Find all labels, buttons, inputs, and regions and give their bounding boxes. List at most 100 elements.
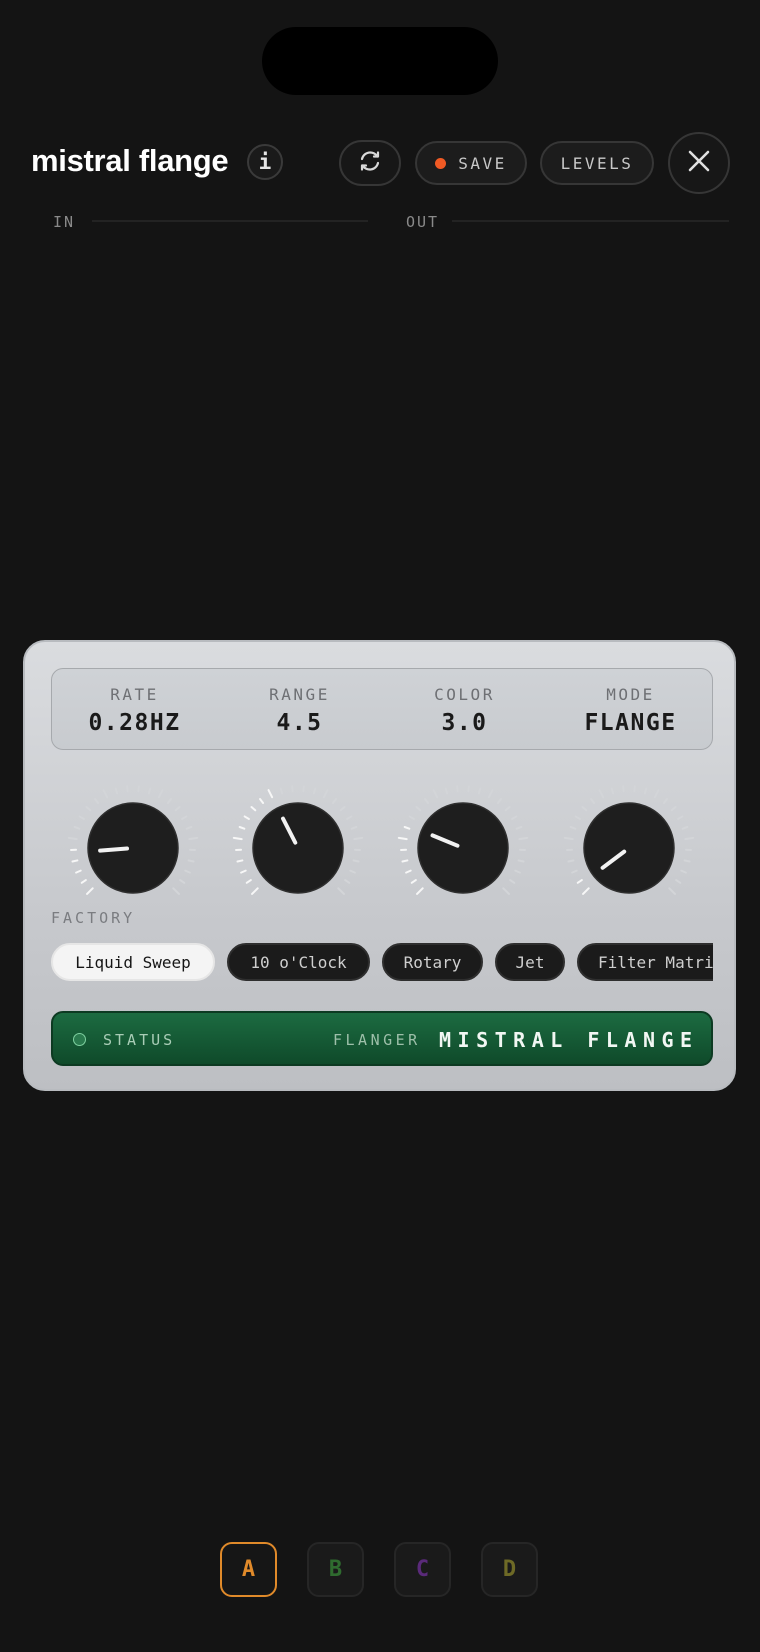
knob-tick [643,787,648,795]
knob-tick [184,869,191,874]
knob-tick [477,787,482,795]
flanger-panel: RATE 0.28HZ RANGE 4.5 COLOR 3.0 MODE FLA… [23,640,736,1091]
knob-tick [582,887,590,895]
knob-tick [353,836,364,841]
readout-value: FLANGE [584,710,677,736]
knob-tick [403,825,411,830]
knob-body[interactable] [583,802,675,894]
knob-body[interactable] [417,802,509,894]
knob-tick [405,869,412,874]
knob-tick [675,879,682,884]
knob-tick [574,815,581,820]
preset-liquid-sweep[interactable]: Liquid Sweep [51,943,215,981]
color-knob[interactable] [393,778,533,918]
readout-range: RANGE 4.5 [217,669,382,736]
knob-tick [232,836,243,841]
status-label: STATUS [103,1031,176,1049]
knob-tick [511,815,518,820]
reset-button[interactable] [339,140,401,186]
knob-tick [567,859,575,863]
levels-label: LEVELS [560,153,634,173]
knob-tick [166,798,173,804]
bank-d-button[interactable]: D [481,1542,538,1597]
knob-tick [73,825,81,830]
knob-tick [408,815,415,820]
knob-tick [432,789,439,799]
knob-tick [93,798,100,804]
preset-rotary[interactable]: Rotary [382,943,483,981]
preset-filter-matrix[interactable]: Filter Matrix [577,943,713,981]
close-icon [687,149,711,178]
readout-value: 3.0 [441,710,488,736]
knob-body[interactable] [252,802,344,894]
knob-tick [496,798,503,804]
knob-tick [179,879,186,884]
rate-knob[interactable] [63,778,203,918]
save-button[interactable]: SAVE [415,141,527,185]
knob-tick [279,787,284,795]
input-meter [92,220,368,222]
refresh-icon [357,148,383,179]
knob-tick [346,815,353,820]
knob-tick [339,805,346,812]
preset-10-oclock[interactable]: 10 o'Clock [227,943,370,981]
knob-tick [258,798,265,804]
knob-tick [85,805,92,812]
knob-tick [662,798,669,804]
info-button[interactable]: i [247,144,283,180]
close-button[interactable] [668,132,730,194]
knob-tick [350,825,358,830]
knob-tick [581,805,588,812]
knob-tick [504,805,511,812]
knob-tick [322,789,329,799]
knob-tick [185,825,193,830]
input-meter-label: IN [53,213,76,231]
readout-value: 0.28HZ [88,710,181,736]
knob-tick [569,825,577,830]
knob-body[interactable] [87,802,179,894]
knob-tick [188,836,199,841]
knob-tick [677,815,684,820]
knob-tick [416,887,424,895]
bank-c-button[interactable]: C [394,1542,451,1597]
knob-tick [423,798,430,804]
knob-tick [78,815,85,820]
knob-tick [312,787,317,795]
knob-tick [187,859,195,863]
knob-tick [683,859,691,863]
bank-label: A [241,1557,256,1582]
knob-tick [684,836,695,841]
bank-b-button[interactable]: B [307,1542,364,1597]
knob-tick [444,787,449,795]
factory-label: FACTORY [51,909,136,927]
knob-tick [502,887,510,895]
range-knob[interactable] [228,778,368,918]
knob-tick [410,879,417,884]
knob-tick [681,825,689,830]
save-label: SAVE [458,153,507,173]
knob-tick [517,859,525,863]
levels-button[interactable]: LEVELS [540,141,654,185]
knob-tick [514,869,521,874]
preset-name: MISTRAL FLANGE [439,1028,699,1052]
knob-tick [251,887,259,895]
bank-label: C [415,1557,430,1582]
knob-tick [509,879,516,884]
bank-label: B [328,1557,343,1582]
mode-knob[interactable] [559,778,699,918]
knob-tick [598,789,605,799]
preset-jet[interactable]: Jet [495,943,565,981]
status-led-icon [73,1033,86,1046]
knob-tick [172,887,180,895]
readout-label: RANGE [269,685,330,704]
knob-tick [515,825,523,830]
knob-tick [147,787,152,795]
preset-strip[interactable]: Liquid Sweep 10 o'Clock Rotary Jet Filte… [51,943,713,985]
knob-tick [680,869,687,874]
knob-tick [80,879,87,884]
knob-tick [610,787,615,795]
readout-mode: MODE FLANGE [548,669,713,736]
knob-tick [75,869,82,874]
bank-a-button[interactable]: A [220,1542,277,1597]
knob-tick [563,836,574,841]
